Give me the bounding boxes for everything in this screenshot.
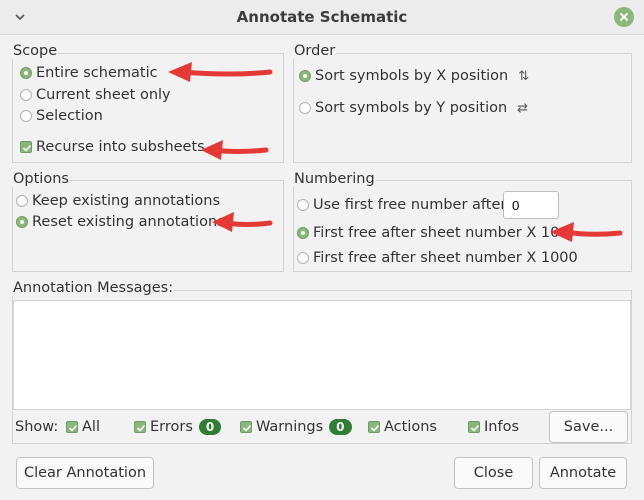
radio-selected[interactable] xyxy=(297,227,309,239)
sheet-x1000-label: First free after sheet number X 1000 xyxy=(313,250,578,266)
checkbox-checked[interactable] xyxy=(240,421,252,433)
scope-selection-option[interactable]: Selection xyxy=(20,106,103,126)
keep-annotations-label: Keep existing annotations xyxy=(32,193,221,209)
window-title: Annotate Schematic xyxy=(236,8,408,26)
keep-annotations-option[interactable]: Keep existing annotations xyxy=(16,191,220,211)
order-y-label: Sort symbols by Y position xyxy=(315,100,508,116)
order-y-option[interactable]: Sort symbols by Y position ⇄ xyxy=(299,98,528,118)
save-button[interactable]: Save... xyxy=(549,411,628,443)
filter-warnings[interactable]: Warnings 0 xyxy=(240,417,352,437)
order-x-option[interactable]: Sort symbols by X position ⇅ xyxy=(299,66,529,86)
filter-actions[interactable]: Actions xyxy=(368,417,437,437)
radio-unselected[interactable] xyxy=(20,89,32,101)
sheet-x100-label: First free after sheet number X 100 xyxy=(313,225,569,241)
scope-selection-label: Selection xyxy=(36,108,103,124)
checkbox-checked[interactable] xyxy=(368,421,380,433)
warnings-count-badge: 0 xyxy=(329,419,352,435)
radio-unselected[interactable] xyxy=(16,195,28,207)
filter-infos[interactable]: Infos xyxy=(468,417,519,437)
start-number-input[interactable] xyxy=(503,191,559,219)
errors-count-badge: 0 xyxy=(198,419,222,435)
checkbox-checked[interactable] xyxy=(66,421,78,433)
checkbox-checked[interactable] xyxy=(20,141,32,153)
radio-unselected[interactable] xyxy=(297,252,309,264)
filter-actions-label: Actions xyxy=(384,419,437,435)
radio-unselected[interactable] xyxy=(297,199,309,211)
radio-selected[interactable] xyxy=(20,67,32,79)
messages-panel[interactable] xyxy=(13,300,631,410)
radio-selected[interactable] xyxy=(16,216,28,228)
checkbox-checked[interactable] xyxy=(468,421,480,433)
annotate-button[interactable]: Annotate xyxy=(539,457,627,489)
sheet-x1000-option[interactable]: First free after sheet number X 1000 xyxy=(297,248,578,268)
scope-entire-option[interactable]: Entire schematic xyxy=(20,63,158,83)
order-label: Order xyxy=(293,43,337,59)
scope-label: Scope xyxy=(12,43,59,59)
clear-annotation-button[interactable]: Clear Annotation xyxy=(16,457,154,489)
first-free-after-label: Use first free number after: xyxy=(313,197,511,213)
show-label: Show: xyxy=(15,419,59,435)
radio-unselected[interactable] xyxy=(20,110,32,122)
messages-label: Annotation Messages: xyxy=(12,280,175,296)
scope-sheet-label: Current sheet only xyxy=(36,87,171,103)
filter-errors[interactable]: Errors 0 xyxy=(134,417,222,437)
filter-all[interactable]: All xyxy=(66,417,100,437)
sort-y-icon: ⇄ xyxy=(517,100,529,116)
scope-sheet-option[interactable]: Current sheet only xyxy=(20,85,171,105)
reset-annotations-option[interactable]: Reset existing annotations xyxy=(16,212,225,232)
recurse-checkbox[interactable]: Recurse into subsheets xyxy=(20,137,205,157)
radio-unselected[interactable] xyxy=(299,102,311,114)
sort-x-icon: ⇅ xyxy=(518,68,530,84)
filter-infos-label: Infos xyxy=(484,419,519,435)
recurse-label: Recurse into subsheets xyxy=(36,139,205,155)
options-label: Options xyxy=(12,171,70,187)
close-icon[interactable] xyxy=(614,7,634,27)
filter-warnings-label: Warnings xyxy=(256,419,324,435)
order-x-label: Sort symbols by X position xyxy=(315,68,509,84)
reset-annotations-label: Reset existing annotations xyxy=(32,214,225,230)
scope-entire-label: Entire schematic xyxy=(36,65,158,81)
numbering-label: Numbering xyxy=(293,171,376,187)
filter-errors-label: Errors xyxy=(150,419,193,435)
sheet-x100-option[interactable]: First free after sheet number X 100 xyxy=(297,223,569,243)
first-free-after-option[interactable]: Use first free number after: xyxy=(297,195,511,215)
checkbox-checked[interactable] xyxy=(134,421,146,433)
close-button[interactable]: Close xyxy=(454,457,533,489)
filter-all-label: All xyxy=(82,419,100,435)
radio-selected[interactable] xyxy=(299,70,311,82)
